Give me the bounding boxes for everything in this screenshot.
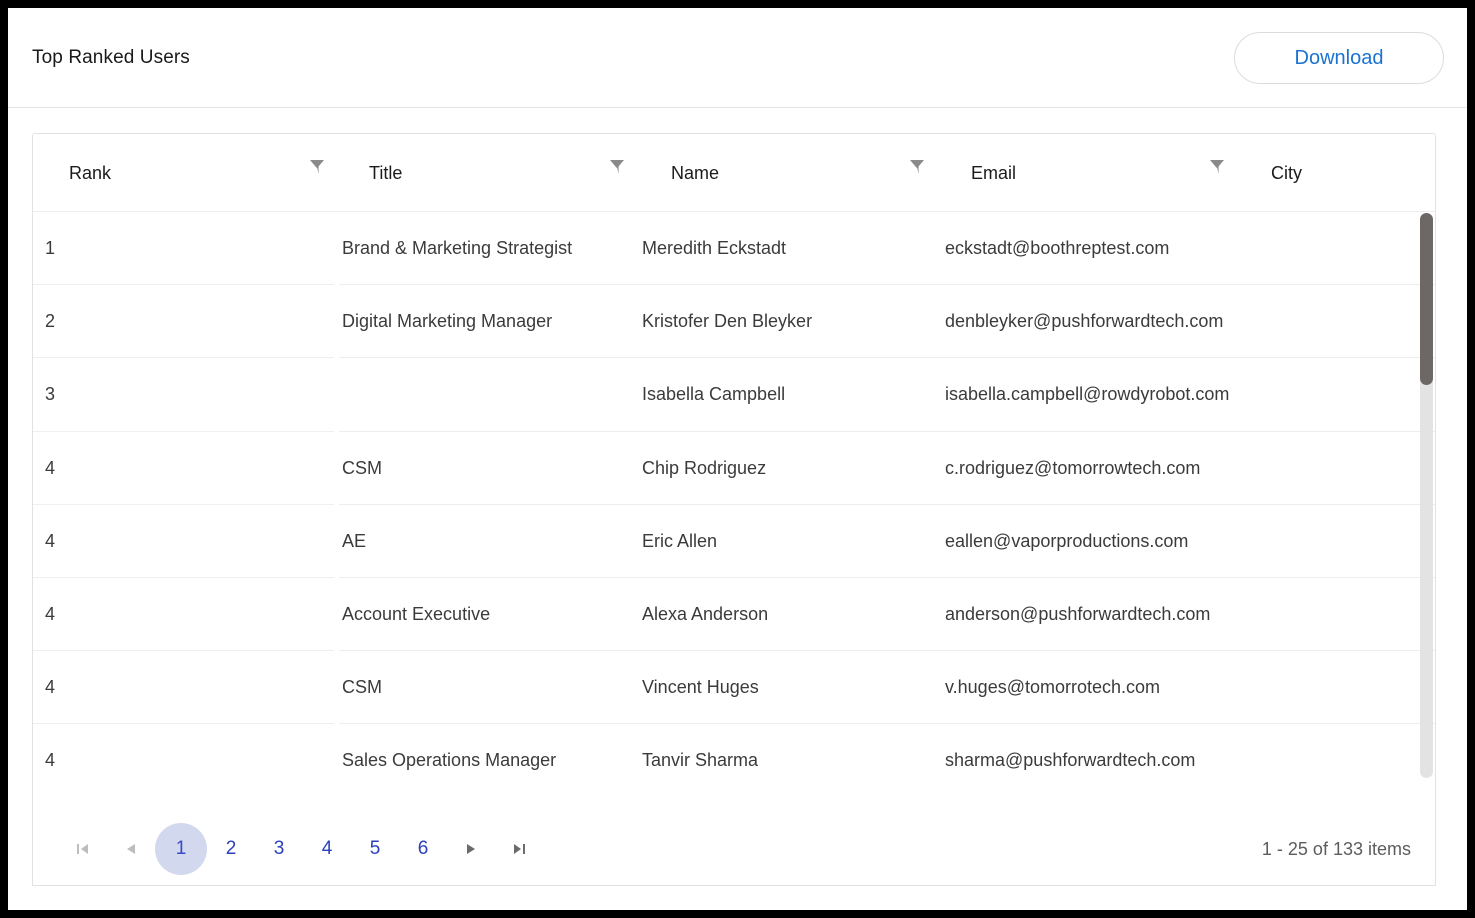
cell-city <box>1271 285 1421 358</box>
previous-page-icon[interactable] <box>107 825 155 873</box>
filter-funnel-icon-name[interactable] <box>909 158 925 176</box>
cell-title: Brand & Marketing Strategist <box>342 238 573 259</box>
cell-name: Kristofer Den Bleyker <box>642 311 813 332</box>
filter-funnel-icon-title[interactable] <box>609 158 625 176</box>
cell-email: v.huges@tomorrotech.com <box>945 677 1161 698</box>
cell-name: Isabella Campbell <box>642 384 786 405</box>
cell-rank: 4 <box>45 457 56 478</box>
column-header-city[interactable]: City <box>1271 134 1302 212</box>
cell-title: AE <box>342 530 367 551</box>
cell-city <box>1271 212 1421 285</box>
cell-rank: 2 <box>45 311 56 332</box>
page-button-6[interactable]: 6 <box>399 825 447 873</box>
cell-title: CSM <box>342 457 382 478</box>
grid-header-row: Rank Title Name Email City <box>33 134 1435 212</box>
vertical-scrollbar-thumb[interactable] <box>1420 213 1433 385</box>
page-button-3[interactable]: 3 <box>255 825 303 873</box>
first-page-icon[interactable] <box>59 825 107 873</box>
column-header-title[interactable]: Title <box>369 134 402 212</box>
cell-city <box>1271 651 1421 724</box>
cell-title: Sales Operations Manager <box>342 750 557 771</box>
grid-body: 1 Brand & Marketing Strategist Meredith … <box>33 212 1435 856</box>
cell-email: denbleyker@pushforwardtech.com <box>945 311 1224 332</box>
cell-name: Alexa Anderson <box>642 604 769 625</box>
page-button-4[interactable]: 4 <box>303 825 351 873</box>
column-header-name[interactable]: Name <box>671 134 719 212</box>
cell-email: isabella.campbell@rowdyrobot.com <box>945 384 1230 405</box>
cell-email: eallen@vaporproductions.com <box>945 530 1189 551</box>
column-header-rank[interactable]: Rank <box>69 134 111 212</box>
cell-city <box>1271 578 1421 651</box>
cell-city <box>1271 505 1421 578</box>
table-row[interactable]: 3 Isabella Campbell isabella.campbell@ro… <box>33 358 1435 432</box>
table-row[interactable]: 4 CSM Vincent Huges v.huges@tomorrotech.… <box>33 651 1435 725</box>
cell-rank: 4 <box>45 604 56 625</box>
cell-name: Vincent Huges <box>642 677 759 698</box>
vertical-scrollbar[interactable] <box>1420 213 1433 778</box>
cell-city <box>1271 432 1421 505</box>
table-row[interactable]: 1 Brand & Marketing Strategist Meredith … <box>33 212 1435 286</box>
app-frame: Top Ranked Users Download Rank Title Nam… <box>8 8 1467 910</box>
cell-name: Meredith Eckstadt <box>642 238 787 259</box>
cell-name: Eric Allen <box>642 530 718 551</box>
pagination-summary: 1 - 25 of 133 items <box>1261 838 1411 859</box>
last-page-icon[interactable] <box>495 825 543 873</box>
table-row[interactable]: 4 AE Eric Allen eallen@vaporproductions.… <box>33 505 1435 578</box>
next-page-icon[interactable] <box>447 825 495 873</box>
table-row[interactable]: 4 CSM Chip Rodriguez c.rodriguez@tomorro… <box>33 432 1435 505</box>
page-button-2[interactable]: 2 <box>207 825 255 873</box>
cell-title <box>342 358 632 431</box>
page-title: Top Ranked Users <box>32 47 190 68</box>
cell-email: sharma@pushforwardtech.com <box>945 750 1196 771</box>
cell-email: eckstadt@boothreptest.com <box>945 238 1170 259</box>
cell-title: CSM <box>342 677 382 698</box>
cell-name: Tanvir Sharma <box>642 750 759 771</box>
download-button[interactable]: Download <box>1234 32 1444 84</box>
cell-email: anderson@pushforwardtech.com <box>945 604 1211 625</box>
column-header-email[interactable]: Email <box>971 134 1016 212</box>
data-grid: Rank Title Name Email City 1 Brand & Mar… <box>32 133 1436 886</box>
cell-rank: 1 <box>45 238 56 259</box>
cell-rank: 4 <box>45 677 56 698</box>
pagination-controls: 1 2 3 4 5 6 <box>33 823 543 875</box>
filter-funnel-icon-email[interactable] <box>1209 158 1225 176</box>
pagination-bar: 1 2 3 4 5 6 1 - 25 of 133 items <box>32 813 1436 886</box>
page-button-5[interactable]: 5 <box>351 825 399 873</box>
cell-title: Account Executive <box>342 604 491 625</box>
cell-email: c.rodriguez@tomorrowtech.com <box>945 457 1201 478</box>
cell-rank: 4 <box>45 530 56 551</box>
cell-rank: 4 <box>45 750 56 771</box>
cell-city <box>1271 358 1421 431</box>
filter-funnel-icon-rank[interactable] <box>309 158 325 176</box>
cell-name: Chip Rodriguez <box>642 457 767 478</box>
table-row[interactable]: 4 Account Executive Alexa Anderson ander… <box>33 578 1435 652</box>
page-button-1[interactable]: 1 <box>155 823 207 875</box>
table-row[interactable]: 2 Digital Marketing Manager Kristofer De… <box>33 285 1435 359</box>
cell-title: Digital Marketing Manager <box>342 311 553 332</box>
table-row[interactable]: 4 Sales Operations Manager Tanvir Sharma… <box>33 724 1435 797</box>
card-header: Top Ranked Users Download <box>8 8 1467 108</box>
cell-rank: 3 <box>45 384 56 405</box>
cell-city <box>1271 724 1421 797</box>
